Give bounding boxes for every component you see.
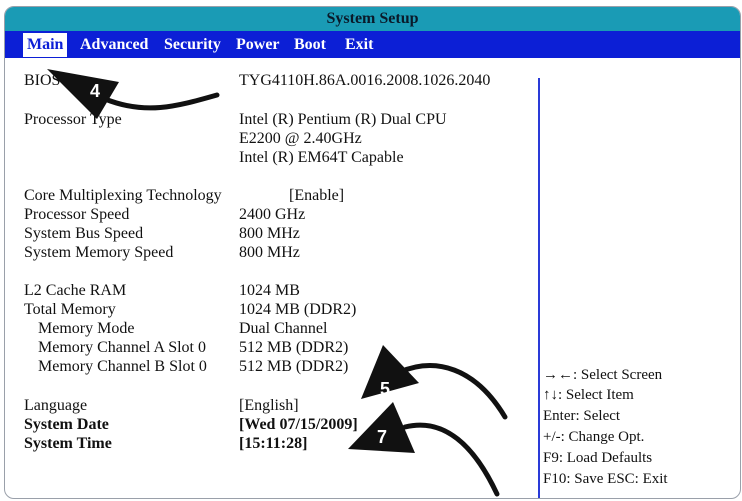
callout-arrow-4 — [47, 69, 220, 119]
callout-number-4: 4 — [89, 81, 100, 101]
callout-number-7: 7 — [376, 427, 387, 447]
bios-window: System Setup Main Advanced Security Powe… — [4, 6, 741, 499]
callout-number-5: 5 — [379, 379, 390, 399]
callout-arrow-7 — [348, 402, 500, 497]
callout-arrows — [47, 69, 508, 497]
